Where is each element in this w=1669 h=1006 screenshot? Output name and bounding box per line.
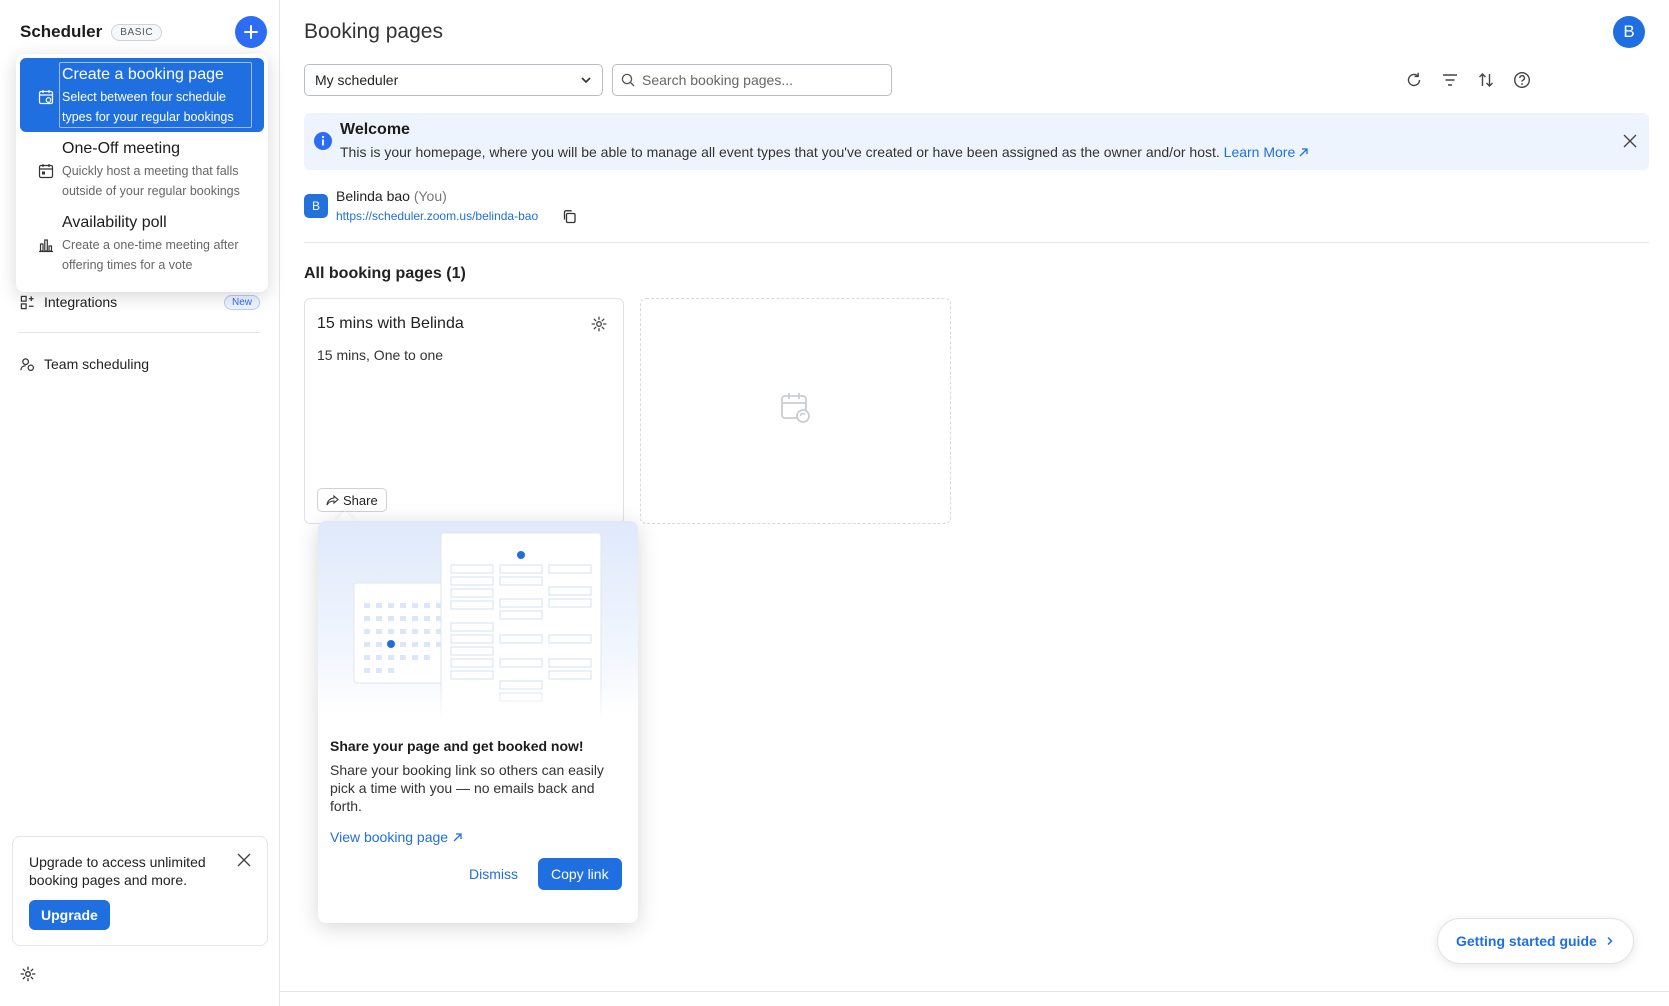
chevron-down-icon xyxy=(581,77,591,84)
calendar-illustration xyxy=(318,521,638,722)
upgrade-text: Upgrade to access unlimited booking page… xyxy=(29,854,206,888)
welcome-banner: Welcome This is your homepage, where you… xyxy=(304,113,1649,170)
card-title: 15 mins with Belinda xyxy=(317,315,464,332)
sidebar-divider xyxy=(18,332,260,333)
sidebar-item-team-scheduling[interactable]: Team scheduling xyxy=(20,356,260,372)
create-button[interactable] xyxy=(235,16,267,48)
calendar-icon xyxy=(38,164,54,179)
plan-badge: BASIC xyxy=(111,23,163,41)
focus-ring xyxy=(59,62,252,128)
share-popover: Share your page and get booked now! Shar… xyxy=(318,521,638,923)
welcome-title: Welcome xyxy=(340,121,410,138)
search-box[interactable] xyxy=(612,64,892,96)
booking-page-card[interactable]: 15 mins with Belinda 15 mins, One to one… xyxy=(304,298,624,524)
poll-chart-icon xyxy=(39,239,53,253)
view-booking-page-link[interactable]: View booking page xyxy=(330,829,463,845)
popover-title: Share your page and get booked now! xyxy=(330,738,584,754)
menu-item-create-booking-page[interactable]: Create a booking page Select between fou… xyxy=(20,58,264,132)
chevron-right-icon xyxy=(1607,936,1613,946)
getting-started-guide-button[interactable]: Getting started guide xyxy=(1437,918,1634,964)
new-booking-placeholder[interactable] xyxy=(640,298,951,524)
card-subtitle: 15 mins, One to one xyxy=(317,347,444,363)
share-button[interactable]: Share xyxy=(317,488,387,512)
copy-icon[interactable] xyxy=(562,209,577,224)
sidebar: Scheduler BASIC Integrations New Team sc… xyxy=(0,0,280,1006)
upgrade-card: Upgrade to access unlimited booking page… xyxy=(12,836,268,946)
booking-calendar-illustration xyxy=(318,532,638,722)
close-icon[interactable] xyxy=(237,853,251,867)
sort-icon[interactable] xyxy=(1477,71,1495,89)
external-link-icon xyxy=(453,833,462,842)
user-booking-url[interactable]: https://scheduler.zoom.us/belinda-bao xyxy=(336,209,538,223)
plus-icon xyxy=(244,25,258,39)
brand: Scheduler BASIC xyxy=(20,22,163,42)
bottom-divider xyxy=(280,991,1669,992)
close-icon[interactable] xyxy=(1623,134,1637,148)
gear-icon[interactable] xyxy=(20,966,36,982)
external-link-icon xyxy=(1299,148,1308,157)
refresh-icon[interactable] xyxy=(1405,71,1423,89)
menu-item-title: Availability poll xyxy=(62,214,167,231)
gear-icon[interactable] xyxy=(591,316,607,332)
menu-item-desc: Create a one-time meeting after offering … xyxy=(62,238,239,272)
sidebar-item-label: Team scheduling xyxy=(44,356,150,372)
user-name: Belinda bao (You) xyxy=(336,188,447,204)
divider xyxy=(304,242,1649,243)
section-title: All booking pages (1) xyxy=(304,265,466,282)
app-name: Scheduler xyxy=(20,22,103,41)
sidebar-item-integrations[interactable]: Integrations New xyxy=(20,294,260,310)
search-icon xyxy=(621,73,635,87)
main-content: Booking pages B My scheduler Welcome Thi… xyxy=(280,0,1669,1006)
calendar-refresh-icon xyxy=(38,90,54,105)
dismiss-button[interactable]: Dismiss xyxy=(463,858,524,890)
scheduler-select-value: My scheduler xyxy=(315,72,399,88)
info-icon xyxy=(314,132,332,150)
sidebar-item-label: Integrations xyxy=(44,294,118,310)
menu-item-desc: Quickly host a meeting that falls outside… xyxy=(62,164,240,198)
copy-link-button[interactable]: Copy link xyxy=(538,858,622,890)
integrations-icon xyxy=(20,295,34,309)
new-badge: New xyxy=(223,294,260,310)
share-label: Share xyxy=(343,492,378,508)
scheduler-select[interactable]: My scheduler xyxy=(304,64,603,96)
share-icon xyxy=(326,494,339,505)
menu-item-availability-poll[interactable]: Availability poll Create a one-time meet… xyxy=(20,206,264,280)
menu-item-one-off-meeting[interactable]: One-Off meeting Quickly host a meeting t… xyxy=(20,132,264,206)
help-icon[interactable] xyxy=(1513,71,1531,89)
welcome-body: This is your homepage, where you will be… xyxy=(340,144,1309,160)
upgrade-button[interactable]: Upgrade xyxy=(29,900,110,930)
guide-label: Getting started guide xyxy=(1456,933,1597,949)
user-avatar: B xyxy=(304,194,328,218)
filter-icon[interactable] xyxy=(1441,71,1459,89)
calendar-refresh-icon xyxy=(781,393,810,423)
menu-item-title: One-Off meeting xyxy=(62,140,180,157)
popover-body: Share your booking link so others can ea… xyxy=(330,762,604,814)
learn-more-link[interactable]: Learn More xyxy=(1224,144,1310,160)
search-input[interactable] xyxy=(642,72,872,88)
team-icon xyxy=(20,357,35,371)
create-menu: Create a booking page Select between fou… xyxy=(16,54,268,292)
page-title: Booking pages xyxy=(304,20,443,43)
avatar[interactable]: B xyxy=(1613,16,1645,48)
